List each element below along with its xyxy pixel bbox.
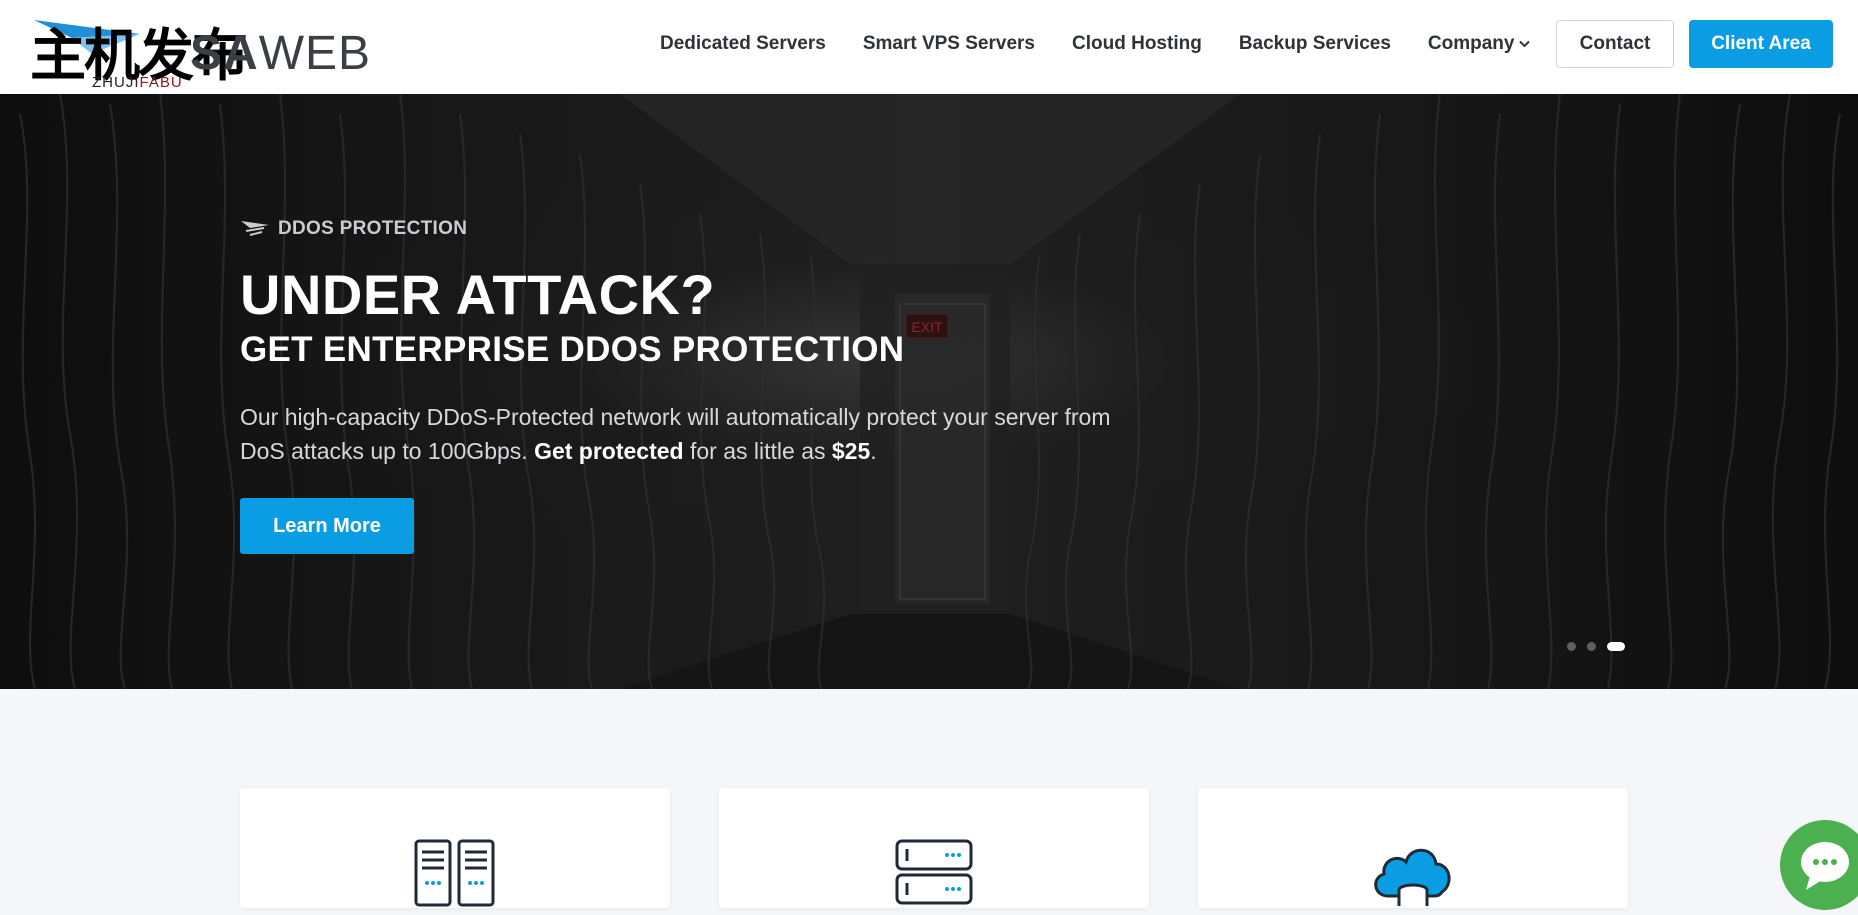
nav-smart-vps-servers[interactable]: Smart VPS Servers xyxy=(863,33,1035,55)
slide-dot-2[interactable] xyxy=(1587,642,1596,651)
nav-backup-services[interactable]: Backup Services xyxy=(1239,33,1391,55)
card-vps-servers[interactable] xyxy=(719,788,1149,908)
card-dedicated-servers[interactable] xyxy=(240,788,670,908)
hero-eyebrow-text: DDOS PROTECTION xyxy=(278,218,468,239)
chevron-down-icon xyxy=(1519,40,1531,48)
brand-name: SAWEB xyxy=(190,27,372,80)
live-chat-button[interactable] xyxy=(1780,820,1858,910)
hero-eyebrow: DDOS PROTECTION xyxy=(240,218,467,240)
contact-button[interactable]: Contact xyxy=(1556,20,1674,68)
nav-company[interactable]: Company xyxy=(1428,33,1531,55)
main-nav: Dedicated Servers Smart VPS Servers Clou… xyxy=(660,30,1567,58)
chat-bubble-icon xyxy=(1801,842,1849,890)
learn-more-button[interactable]: Learn More xyxy=(240,498,414,554)
slide-dot-3-active[interactable] xyxy=(1607,642,1625,651)
client-area-button[interactable]: Client Area xyxy=(1689,20,1833,68)
cloud-storage-icon xyxy=(1374,848,1451,906)
datacenter-background: EXIT xyxy=(0,94,1858,689)
dedicated-servers-icon xyxy=(414,839,495,907)
hero-slider: EXIT DDOS PROTECTION UNDER ATTACK? GET E… xyxy=(0,94,1858,689)
slider-pagination xyxy=(1567,642,1625,651)
logo[interactable]: 主机发布 ZHUJIFABU SAWEB xyxy=(30,14,410,94)
nav-cloud-hosting[interactable]: Cloud Hosting xyxy=(1072,33,1202,55)
watermark-subtext: ZHUJIFABU xyxy=(92,74,183,91)
hero-subtitle: GET ENTERPRISE DDOS PROTECTION xyxy=(240,330,905,369)
site-header: 主机发布 ZHUJIFABU SAWEB Dedicated Servers S… xyxy=(0,0,1858,94)
nav-dedicated-servers[interactable]: Dedicated Servers xyxy=(660,33,826,55)
wing-icon xyxy=(241,221,269,236)
card-cloud-hosting[interactable] xyxy=(1198,788,1628,908)
slide-dot-1[interactable] xyxy=(1567,642,1576,651)
hero-title: UNDER ATTACK? xyxy=(240,263,716,326)
vps-server-icon xyxy=(895,839,973,905)
hero-description: Our high-capacity DDoS-Protected network… xyxy=(240,404,1111,464)
